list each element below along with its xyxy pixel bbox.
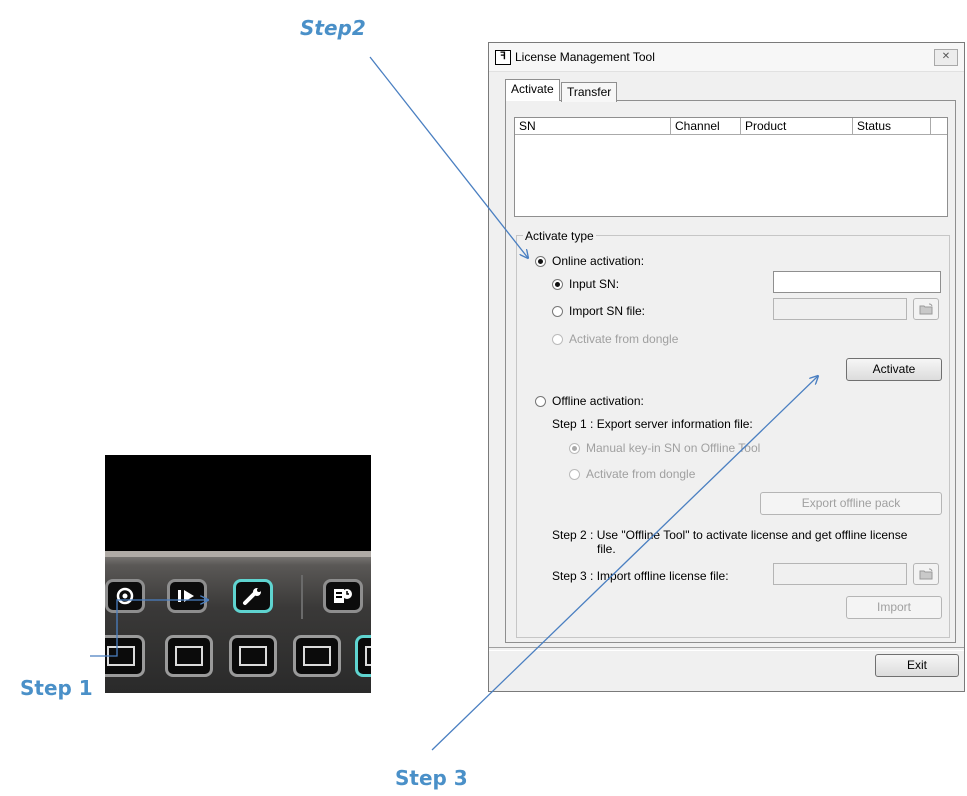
column-header-filler <box>931 118 947 135</box>
layout-2-icon[interactable] <box>165 635 213 677</box>
app-toolbar-thumbnail <box>105 455 371 693</box>
input-sn-label: Input SN: <box>569 277 620 291</box>
online-activate-from-dongle-label: Activate from dongle <box>569 332 679 346</box>
toolbar-divider <box>301 575 303 619</box>
offline-step2-text-line1: Step 2 : Use "Offline Tool" to activate … <box>552 528 908 542</box>
tab-activate[interactable]: Activate <box>505 79 560 101</box>
dialog-title: License Management Tool <box>515 50 655 64</box>
offline-license-path-input[interactable] <box>773 563 907 585</box>
offline-activation-radio[interactable]: Offline activation: <box>535 394 644 408</box>
offline-activate-from-dongle-radio[interactable]: Activate from dongle <box>569 467 695 481</box>
radio-indicator[interactable] <box>569 468 580 480</box>
play-forward-icon[interactable] <box>167 579 207 613</box>
offline-step3-text: Step 3 : Import offline license file: <box>552 569 729 583</box>
offline-step2-text-line2: file. <box>597 542 616 556</box>
offline-step1-text: Step 1 : Export server information file: <box>552 417 753 431</box>
online-activate-from-dongle-radio[interactable]: Activate from dongle <box>552 332 678 346</box>
tab-transfer[interactable]: Transfer <box>561 82 618 102</box>
activate-type-label: Activate type <box>523 229 596 243</box>
step2-annotation: Step2 <box>300 16 366 40</box>
title-bar[interactable]: ꟻ License Management Tool ✕ <box>489 43 964 72</box>
radio-indicator[interactable] <box>552 333 563 345</box>
layout-5-icon[interactable] <box>355 635 371 677</box>
layout-4-icon[interactable] <box>293 635 341 677</box>
schedule-icon[interactable] <box>323 579 363 613</box>
radio-indicator[interactable] <box>535 255 546 267</box>
column-header-product[interactable]: Product <box>741 118 853 135</box>
app-icon: ꟻ <box>495 50 511 65</box>
folder-icon[interactable] <box>913 298 939 320</box>
import-sn-file-label: Import SN file: <box>569 304 646 318</box>
column-header-channel[interactable]: Channel <box>671 118 741 135</box>
input-sn-radio[interactable]: Input SN: <box>552 277 619 291</box>
sn-table[interactable]: SN Channel Product Status <box>514 117 948 217</box>
step1-annotation: Step 1 <box>20 676 93 700</box>
wrench-icon[interactable] <box>233 579 273 613</box>
toolbar-band-highlight <box>105 551 371 557</box>
exit-button[interactable]: Exit <box>875 654 959 677</box>
manual-key-in-radio[interactable]: Manual key-in SN on Offline Tool <box>569 441 760 455</box>
offline-activation-label: Offline activation: <box>552 394 644 408</box>
bottom-separator <box>489 647 964 651</box>
online-activation-radio[interactable]: Online activation: <box>535 254 644 268</box>
sn-file-path-input[interactable] <box>773 298 907 320</box>
export-offline-pack-button[interactable]: Export offline pack <box>760 492 942 515</box>
layout-3-icon[interactable] <box>229 635 277 677</box>
online-activation-label: Online activation: <box>552 254 645 268</box>
close-button[interactable]: ✕ <box>934 49 958 66</box>
radio-indicator[interactable] <box>552 278 563 290</box>
license-management-dialog: ꟻ License Management Tool ✕ Activate Tra… <box>488 42 965 692</box>
radio-indicator[interactable] <box>569 442 580 454</box>
sn-input[interactable] <box>773 271 941 293</box>
step3-annotation: Step 3 <box>395 766 468 790</box>
activate-button[interactable]: Activate <box>846 358 942 381</box>
folder-icon[interactable] <box>913 563 939 585</box>
layout-1-icon[interactable] <box>105 635 145 677</box>
column-header-status[interactable]: Status <box>853 118 931 135</box>
import-button[interactable]: Import <box>846 596 942 619</box>
radio-indicator[interactable] <box>552 305 563 317</box>
manual-key-in-label: Manual key-in SN on Offline Tool <box>586 441 761 455</box>
column-header-sn[interactable]: SN <box>515 118 671 135</box>
radio-indicator[interactable] <box>535 395 546 407</box>
playback-icon[interactable] <box>105 579 145 613</box>
offline-activate-from-dongle-label: Activate from dongle <box>586 467 696 481</box>
import-sn-file-radio[interactable]: Import SN file: <box>552 304 645 318</box>
